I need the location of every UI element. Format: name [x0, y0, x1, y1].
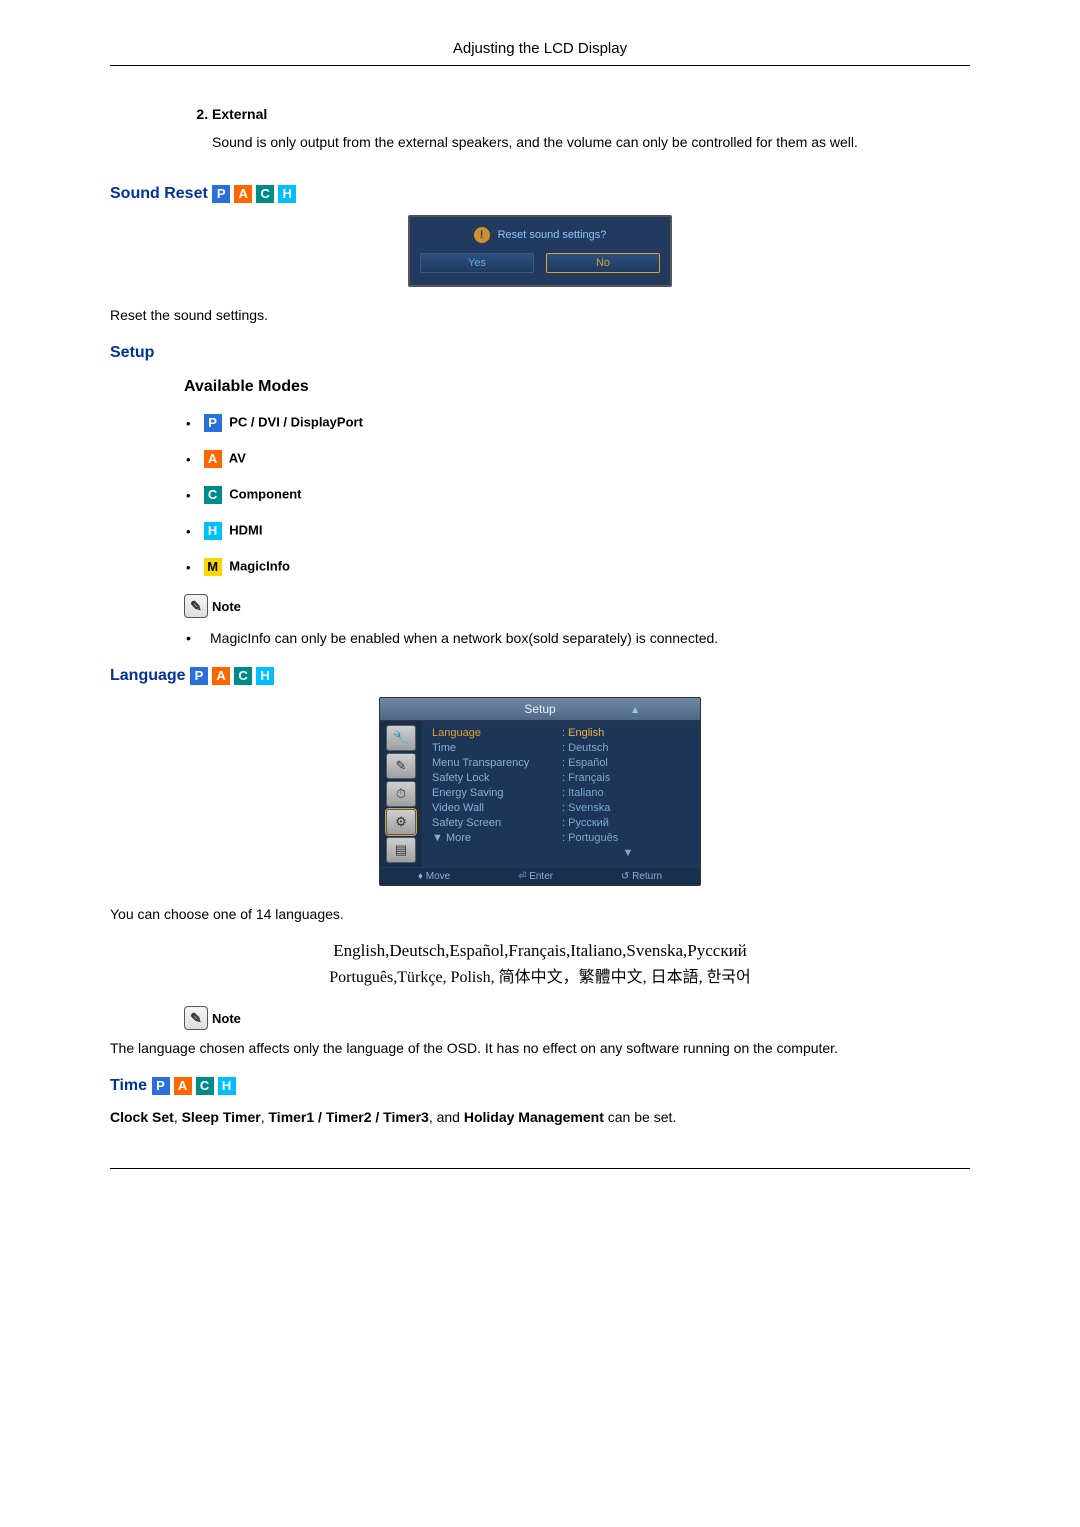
setup-note-list: •MagicInfo can only be enabled when a ne…: [186, 628, 970, 649]
available-modes-heading: Available Modes: [184, 378, 970, 396]
osd-value[interactable]: Italiano: [562, 787, 694, 799]
a-badge-icon: A: [234, 185, 252, 203]
osd-label[interactable]: Video Wall: [432, 802, 562, 814]
warn-icon: !: [474, 227, 490, 243]
reset-no-button[interactable]: No: [546, 253, 660, 273]
reset-prompt: Reset sound settings?: [498, 229, 607, 241]
page-header: Adjusting the LCD Display: [110, 40, 970, 66]
osd-value[interactable]: Español: [562, 757, 694, 769]
osd-footer: ♦ Move ⏎ Enter ↺ Return: [380, 867, 700, 885]
language-note-label: ✎ Note: [184, 1006, 970, 1030]
arrow-down-icon: ▼: [562, 847, 694, 859]
p-badge-icon: P: [152, 1077, 170, 1095]
a-badge-icon: A: [212, 667, 230, 685]
osd-sidebar-icon[interactable]: 🔧: [386, 725, 416, 751]
modes-list: • P PC / DVI / DisplayPort • A AV • C Co…: [186, 414, 970, 576]
setup-heading: Setup: [110, 344, 970, 362]
osd-value[interactable]: Deutsch: [562, 742, 694, 754]
external-list: External Sound is only output from the e…: [184, 106, 970, 167]
a-badge-icon: A: [204, 450, 222, 468]
setup-note-label: ✎ Note: [184, 594, 970, 618]
p-badge-icon: P: [190, 667, 208, 685]
language-heading: Language PACH: [110, 667, 970, 685]
osd-foot-return: ↺ Return: [621, 871, 662, 882]
osd-value[interactable]: Русский: [562, 817, 694, 829]
footer-rule: [110, 1168, 970, 1169]
mode-hdmi: • H HDMI: [186, 522, 970, 540]
osd-sidebar-icon[interactable]: ✎: [386, 753, 416, 779]
osd-sidebar-icon[interactable]: ▤: [386, 837, 416, 863]
p-badge-icon: P: [204, 414, 222, 432]
osd-label[interactable]: Language: [432, 727, 562, 739]
osd-label[interactable]: Time: [432, 742, 562, 754]
arrow-up-icon: ▲: [630, 700, 640, 722]
time-desc: Clock Set, Sleep Timer, Timer1 / Timer2 …: [110, 1107, 970, 1128]
setup-note-text: MagicInfo can only be enabled when a net…: [210, 630, 718, 646]
osd-title: Setup ▲: [380, 698, 700, 721]
c-badge-icon: C: [196, 1077, 214, 1095]
language-intro: You can choose one of 14 languages.: [110, 904, 970, 925]
external-desc: Sound is only output from the external s…: [212, 132, 970, 153]
osd-label[interactable]: Safety Screen: [432, 817, 562, 829]
reset-yes-button[interactable]: Yes: [420, 253, 534, 273]
c-badge-icon: C: [234, 667, 252, 685]
osd-sidebar: 🔧 ✎ ⏱ ⚙ ▤: [380, 721, 422, 867]
c-badge-icon: C: [204, 486, 222, 504]
mode-av: • A AV: [186, 450, 970, 468]
reset-sound-dialog: ! Reset sound settings? Yes No: [408, 215, 672, 287]
osd-label[interactable]: Safety Lock: [432, 772, 562, 784]
osd-label[interactable]: Menu Transparency: [432, 757, 562, 769]
language-note-text: The language chosen affects only the lan…: [110, 1038, 970, 1059]
mode-pc: • P PC / DVI / DisplayPort: [186, 414, 970, 432]
mode-magicinfo: • M MagicInfo: [186, 558, 970, 576]
note-icon: ✎: [184, 1006, 208, 1030]
osd-label[interactable]: ▼ More: [432, 832, 562, 844]
osd-value[interactable]: Français: [562, 772, 694, 784]
h-badge-icon: H: [256, 667, 274, 685]
language-list: English,Deutsch,Español,Français,Italian…: [110, 937, 970, 990]
a-badge-icon: A: [174, 1077, 192, 1095]
h-badge-icon: H: [204, 522, 222, 540]
sound-reset-heading: Sound Reset PACH: [110, 185, 970, 203]
external-label: External: [212, 106, 267, 122]
osd-value[interactable]: English: [562, 727, 694, 739]
time-heading: Time PACH: [110, 1077, 970, 1095]
h-badge-icon: H: [278, 185, 296, 203]
sound-reset-desc: Reset the sound settings.: [110, 305, 970, 326]
osd-sidebar-icon[interactable]: ⏱: [386, 781, 416, 807]
h-badge-icon: H: [218, 1077, 236, 1095]
note-icon: ✎: [184, 594, 208, 618]
p-badge-icon: P: [212, 185, 230, 203]
osd-sidebar-icon[interactable]: ⚙: [386, 809, 416, 835]
osd-label[interactable]: Energy Saving: [432, 787, 562, 799]
osd-foot-enter: ⏎ Enter: [518, 871, 553, 882]
osd-value[interactable]: Português: [562, 832, 694, 844]
language-osd-menu: Setup ▲ 🔧 ✎ ⏱ ⚙ ▤ Language Time Menu Tra…: [379, 697, 701, 886]
mode-component: • C Component: [186, 486, 970, 504]
osd-foot-move: ♦ Move: [418, 871, 450, 882]
m-badge-icon: M: [204, 558, 222, 576]
osd-value[interactable]: Svenska: [562, 802, 694, 814]
c-badge-icon: C: [256, 185, 274, 203]
